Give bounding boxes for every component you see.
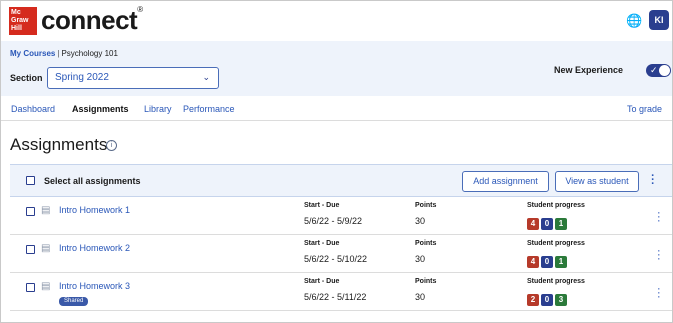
start-due-value: 5/6/22 - 5/10/22 [304, 254, 368, 264]
chevron-down-icon: ⌄ [202, 72, 210, 82]
check-icon: ✓ [650, 65, 658, 75]
progress-badge-in-progress[interactable]: 0 [541, 218, 553, 230]
points-value: 30 [415, 216, 426, 226]
new-experience-label: New Experience [554, 65, 624, 75]
breadcrumb: My Courses | Psychology 101 [10, 49, 118, 58]
start-due-label: Start - Due [304, 278, 340, 285]
logo-line-1: Mc [11, 9, 21, 16]
progress-badge-not-started[interactable]: 4 [527, 218, 539, 230]
student-progress-label: Student progress [527, 202, 585, 209]
points-label: Points [415, 202, 437, 209]
student-progress-label: Student progress [527, 240, 585, 247]
table-row[interactable]: ▤ Intro Homework 3 Shared Start - Due 5/… [10, 273, 672, 311]
select-all-label: Select all assignments [44, 176, 141, 186]
table-row[interactable]: ▤ Intro Homework 2 Start - Due 5/6/22 - … [10, 235, 672, 273]
progress-badge-submitted[interactable]: 1 [555, 256, 567, 268]
more-options-icon[interactable]: · · · [650, 171, 656, 190]
points-label: Points [415, 278, 437, 285]
to-grade-link[interactable]: To grade [627, 104, 662, 114]
assignment-icon: ▤ [41, 243, 51, 254]
breadcrumb-separator: | [57, 49, 60, 58]
points-label: Points [415, 240, 437, 247]
student-progress-label: Student progress [527, 278, 585, 285]
assignment-name-link[interactable]: Intro Homework 2 [59, 243, 130, 253]
row-more-options-icon[interactable]: · · · [656, 209, 662, 226]
app-frame: Mc Graw Hill connect® 🌐 KI My Courses | Ps… [0, 0, 673, 323]
progress-badge-in-progress[interactable]: 0 [541, 294, 553, 306]
select-all-checkbox[interactable] [26, 176, 35, 185]
progress-badge-not-started[interactable]: 4 [527, 256, 539, 268]
start-due-value: 5/6/22 - 5/11/22 [304, 292, 367, 302]
progress-badge-submitted[interactable]: 3 [555, 294, 567, 306]
tab-performance[interactable]: Performance [183, 104, 235, 114]
row-more-options-icon[interactable]: · · · [656, 285, 662, 302]
progress-badge-submitted[interactable]: 1 [555, 218, 567, 230]
info-icon[interactable]: i [106, 140, 117, 151]
top-bar: Mc Graw Hill connect® 🌐 KI [1, 1, 672, 41]
page-title: Assignments [10, 135, 108, 154]
section-select-value: Spring 2022 [55, 72, 109, 83]
progress-badges: 401 [527, 213, 569, 230]
table-row[interactable]: ▤ Intro Homework 1 Start - Due 5/6/22 - … [10, 197, 672, 235]
course-nav: Dashboard Assignments Library Performanc… [1, 97, 672, 121]
assignment-name-link[interactable]: Intro Homework 3 [59, 281, 130, 291]
assignment-icon: ▤ [41, 205, 51, 216]
row-checkbox[interactable] [26, 283, 35, 292]
trademark: ® [137, 5, 143, 14]
toggle-knob [659, 65, 670, 76]
row-checkbox[interactable] [26, 207, 35, 216]
logo-line-3: Hill [11, 25, 22, 32]
points-value: 30 [415, 254, 426, 264]
logo-line-2: Graw [11, 17, 29, 24]
mcgraw-hill-logo[interactable]: Mc Graw Hill [9, 7, 37, 35]
start-due-value: 5/6/22 - 5/9/22 [304, 216, 363, 226]
breadcrumb-my-courses[interactable]: My Courses [10, 49, 55, 58]
assignments-table: Select all assignments Add assignment Vi… [10, 164, 672, 311]
shared-badge: Shared [59, 297, 89, 306]
section-label: Section [10, 73, 43, 83]
points-value: 30 [415, 292, 426, 302]
tab-dashboard[interactable]: Dashboard [11, 104, 55, 114]
row-more-options-icon[interactable]: · · · [656, 247, 662, 264]
tab-assignments[interactable]: Assignments [72, 104, 129, 114]
section-select[interactable]: Spring 2022 ⌄ [47, 67, 219, 89]
add-assignment-button[interactable]: Add assignment [462, 171, 549, 192]
tab-library[interactable]: Library [144, 104, 172, 114]
new-experience-toggle[interactable]: ✓ [646, 64, 671, 77]
row-checkbox[interactable] [26, 245, 35, 254]
brand-name: connect [41, 5, 138, 35]
view-as-student-button[interactable]: View as student [555, 171, 639, 192]
table-header: Select all assignments Add assignment Vi… [10, 164, 672, 197]
progress-badges: 203 [527, 289, 569, 306]
breadcrumb-current: Psychology 101 [61, 49, 118, 58]
start-due-label: Start - Due [304, 202, 340, 209]
assignment-name-link[interactable]: Intro Homework 1 [59, 205, 130, 215]
user-avatar[interactable]: KI [649, 10, 669, 30]
progress-badge-in-progress[interactable]: 0 [541, 256, 553, 268]
progress-badges: 401 [527, 251, 569, 268]
assignment-icon: ▤ [41, 281, 51, 292]
connect-brand[interactable]: connect® [41, 5, 143, 36]
start-due-label: Start - Due [304, 240, 340, 247]
progress-badge-not-started[interactable]: 2 [527, 294, 539, 306]
globe-icon[interactable]: 🌐 [626, 14, 642, 28]
